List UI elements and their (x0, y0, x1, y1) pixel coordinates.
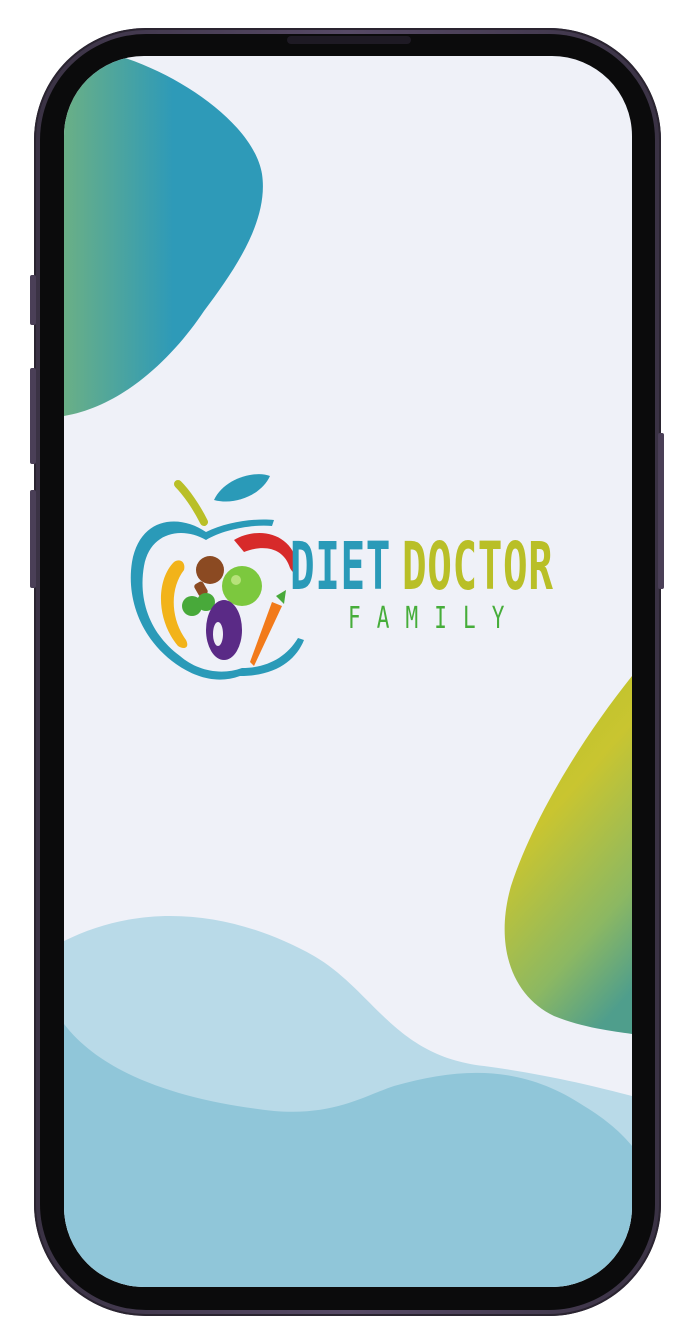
speaker-grille (287, 36, 411, 44)
logo-word-family: FAMILY (348, 601, 521, 636)
volume-down-button (30, 490, 36, 588)
apple-fruits-vegetables-icon (130, 474, 304, 680)
right-blob (504, 676, 632, 1034)
app-logo: DIET DOCTOR FAMILY (126, 470, 586, 690)
logo-word-doctor: DOCTOR (402, 528, 554, 605)
volume-up-button (30, 368, 36, 464)
top-left-blob (64, 56, 263, 416)
action-button (30, 275, 36, 325)
power-button (658, 433, 664, 589)
splash-screen: DIET DOCTOR FAMILY (64, 56, 632, 1287)
logo-word-diet: DIET (290, 528, 392, 605)
